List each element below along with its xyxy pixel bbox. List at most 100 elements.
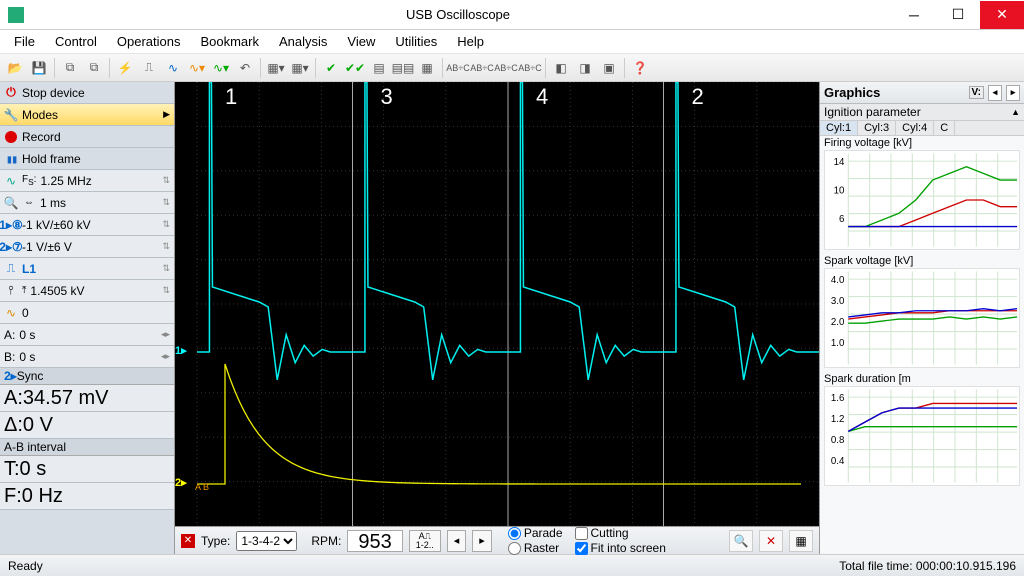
mini-chart[interactable]: 4.03.02.01.0: [824, 268, 1020, 368]
hold-frame-button[interactable]: ▮▮ Hold frame: [0, 148, 174, 170]
menu-analysis[interactable]: Analysis: [269, 32, 337, 51]
toolbar-wave-blue-icon[interactable]: ∿: [162, 57, 184, 79]
delete-icon[interactable]: ✕: [759, 530, 783, 552]
stepper-icon[interactable]: ⇅: [162, 175, 170, 186]
next-button[interactable]: ▸: [1006, 85, 1020, 101]
toolbar-abc2-icon[interactable]: AB÷C: [471, 57, 493, 79]
ch2-indicator: 2▸: [175, 476, 187, 489]
cutting-checkbox[interactable]: Cutting: [575, 526, 666, 540]
channel-1-row[interactable]: 1▸⑧ -1 kV/±60 kV ⇅: [0, 214, 174, 236]
toolbar-doc-icon[interactable]: ▤: [368, 57, 390, 79]
toolbar-pulse-icon[interactable]: ⎍: [138, 57, 160, 79]
svg-text:B: B: [203, 482, 209, 492]
toolbar-open-icon[interactable]: 📂: [4, 57, 26, 79]
tab-cyl3[interactable]: Cyl:3: [858, 121, 896, 135]
channel-2-row[interactable]: 2▸⑦ -1 V/±6 V ⇅: [0, 236, 174, 258]
svg-text:6: 6: [839, 214, 844, 225]
toolbar-check-icon[interactable]: ✔: [320, 57, 342, 79]
stepper-icon[interactable]: ⇅: [162, 219, 170, 230]
toolbar-copy-icon[interactable]: ⧉: [59, 57, 81, 79]
nav-left-button[interactable]: ◂: [447, 530, 467, 552]
toolbar-paste-icon[interactable]: ⧉: [83, 57, 105, 79]
svg-text:2: 2: [692, 84, 704, 109]
mini-chart[interactable]: 1.61.20.80.4: [824, 386, 1020, 486]
toolbar-help-icon[interactable]: ❓: [629, 57, 651, 79]
selector-icon[interactable]: V:: [969, 86, 984, 99]
modes-icon: 🔧: [4, 108, 18, 122]
chart-toggle-icon[interactable]: ▦: [789, 530, 813, 552]
cursor-a-row[interactable]: A: 0 s ◂▸: [0, 324, 174, 346]
toolbar-abc-icon[interactable]: AB÷C: [447, 57, 469, 79]
toolbar-chart-icon[interactable]: ▦: [416, 57, 438, 79]
wave-icon: ∿: [4, 174, 18, 188]
mini-chart[interactable]: 14106: [824, 150, 1020, 250]
menu-view[interactable]: View: [337, 32, 385, 51]
cylinder-tabs: Cyl:1 Cyl:3 Cyl:4 C: [820, 121, 1024, 136]
firing-order-select[interactable]: 1-3-4-2: [236, 531, 297, 551]
toolbar-x3-icon[interactable]: ▣: [598, 57, 620, 79]
maximize-button[interactable]: ☐: [936, 1, 980, 29]
toolbar-probe-icon[interactable]: ⚡: [114, 57, 136, 79]
pause-icon: ▮▮: [4, 152, 18, 166]
graphics-header: Graphics V: ◂ ▸: [820, 82, 1024, 104]
trigger-row-2[interactable]: ⫯ ⤒ 1.4505 kV ⇅: [0, 280, 174, 302]
cursor-0-row[interactable]: ∿ 0: [0, 302, 174, 324]
toolbar-undo-icon[interactable]: ↶: [234, 57, 256, 79]
toolbar-wave-green-icon[interactable]: ∿▾: [210, 57, 232, 79]
sample-rate-row[interactable]: ∿ FS: 1.25 MHz ⇅: [0, 170, 174, 192]
close-button[interactable]: ✕: [980, 1, 1024, 29]
parade-radio[interactable]: Parade: [508, 526, 563, 540]
minimize-button[interactable]: ─: [892, 1, 936, 29]
svg-text:14: 14: [834, 157, 845, 168]
toolbar-checks-icon[interactable]: ✔✔: [344, 57, 366, 79]
align-button[interactable]: A⎍1-2..: [409, 530, 441, 552]
fs-prefix: FS:: [22, 174, 36, 187]
svg-text:1.0: 1.0: [831, 338, 845, 349]
toolbar-grid-icon[interactable]: ▦▾: [265, 57, 287, 79]
prev-button[interactable]: ◂: [988, 85, 1002, 101]
trigger-row-1[interactable]: ⎍ L1 ⇅: [0, 258, 174, 280]
stepper-icon[interactable]: ⇅: [162, 197, 170, 208]
svg-text:3: 3: [381, 84, 393, 109]
window-controls: ─ ☐ ✕: [892, 1, 1024, 29]
tab-cyl4[interactable]: Cyl:4: [896, 121, 934, 135]
stop-device-button[interactable]: ⏻ Stop device: [0, 82, 174, 104]
toolbar-abc4-icon[interactable]: AB÷C: [519, 57, 541, 79]
timebase-row[interactable]: 🔍 ⇔ 1 ms ⇅: [0, 192, 174, 214]
menu-operations[interactable]: Operations: [107, 32, 191, 51]
stepper-icon[interactable]: ◂▸: [161, 329, 170, 340]
toolbar: 📂 💾 ⧉ ⧉ ⚡ ⎍ ∿ ∿▾ ∿▾ ↶ ▦▾ ▦▾ ✔ ✔✔ ▤ ▤▤ ▦ …: [0, 54, 1024, 82]
right-panel: Graphics V: ◂ ▸ Ignition parameter ▲ Cyl…: [819, 82, 1024, 554]
collapse-icon[interactable]: ▲: [1011, 107, 1020, 117]
stepper-icon[interactable]: ⇅: [162, 285, 170, 296]
stepper-icon[interactable]: ⇅: [162, 263, 170, 274]
menu-file[interactable]: File: [4, 32, 45, 51]
scope-area: 1342AB 1▸ 2▸ ✕ Type: 1-3-4-2 RPM: 953 A⎍…: [175, 82, 819, 554]
scope-toolbar: ✕ Type: 1-3-4-2 RPM: 953 A⎍1-2.. ◂ ▸ Par…: [175, 526, 819, 554]
toolbar-wave-orange-icon[interactable]: ∿▾: [186, 57, 208, 79]
cursor-b-row[interactable]: B: 0 s ◂▸: [0, 346, 174, 368]
zoom-icon[interactable]: 🔍: [729, 530, 753, 552]
menu-control[interactable]: Control: [45, 32, 107, 51]
close-scope-icon[interactable]: ✕: [181, 534, 195, 548]
params-title-row[interactable]: Ignition parameter ▲: [820, 104, 1024, 121]
stepper-icon[interactable]: ◂▸: [161, 351, 170, 362]
stepper-icon[interactable]: ⇅: [162, 241, 170, 252]
menu-bookmark[interactable]: Bookmark: [190, 32, 269, 51]
tab-cyl1[interactable]: Cyl:1: [820, 121, 858, 135]
toolbar-save-icon[interactable]: 💾: [28, 57, 50, 79]
record-button[interactable]: Record: [0, 126, 174, 148]
toolbar-abc3-icon[interactable]: AB÷C: [495, 57, 517, 79]
nav-right-button[interactable]: ▸: [472, 530, 492, 552]
toolbar-docs-icon[interactable]: ▤▤: [392, 57, 414, 79]
toolbar-x1-icon[interactable]: ◧: [550, 57, 572, 79]
tab-cyl-more[interactable]: C: [934, 121, 955, 135]
modes-button[interactable]: 🔧 Modes ▶: [0, 104, 174, 126]
raster-radio[interactable]: Raster: [508, 541, 563, 555]
menu-help[interactable]: Help: [447, 32, 494, 51]
toolbar-x2-icon[interactable]: ◨: [574, 57, 596, 79]
fit-checkbox[interactable]: Fit into screen: [575, 541, 666, 555]
toolbar-grid2-icon[interactable]: ▦▾: [289, 57, 311, 79]
oscilloscope-display[interactable]: 1342AB 1▸ 2▸: [175, 82, 819, 526]
menu-utilities[interactable]: Utilities: [385, 32, 447, 51]
